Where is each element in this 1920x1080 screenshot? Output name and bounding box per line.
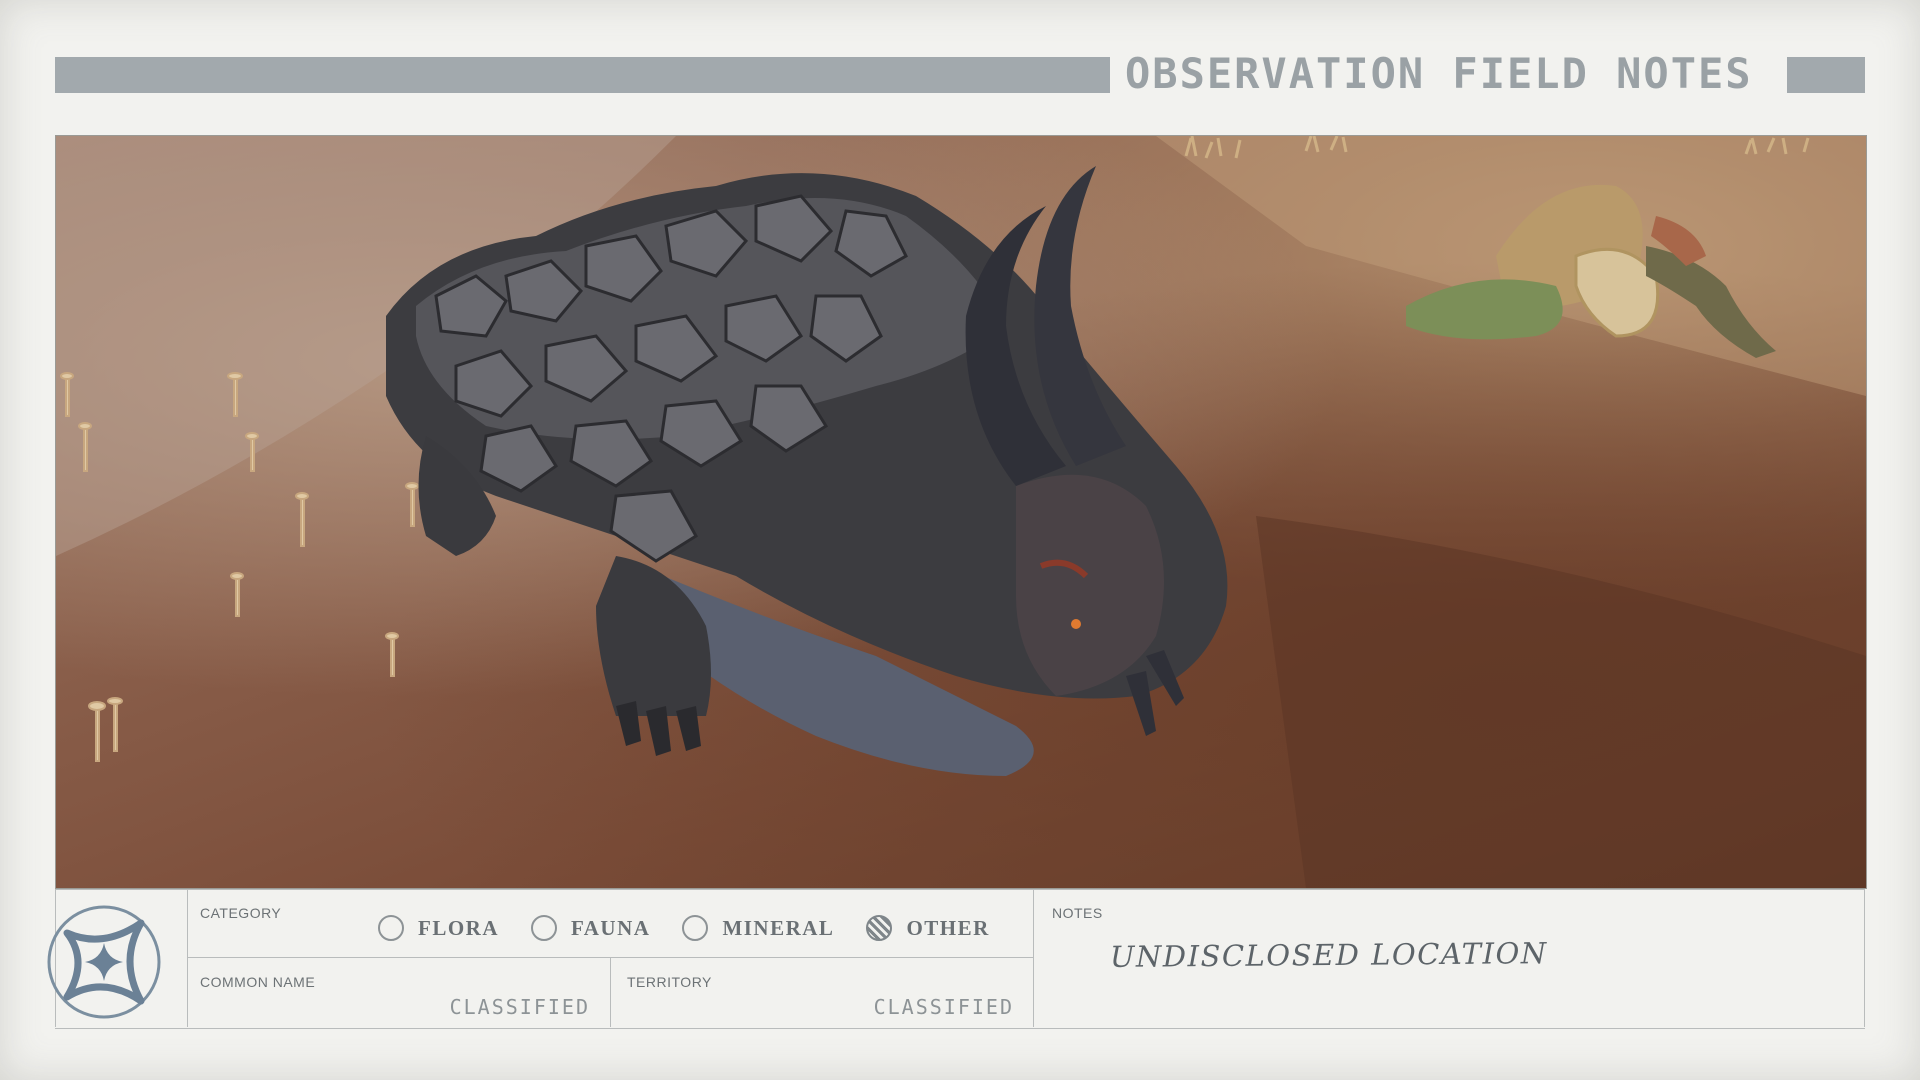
- mineral-label: MINERAL: [722, 915, 835, 940]
- page-title: OBSERVATION FIELD NOTES: [1125, 49, 1753, 98]
- common-name-value: CLASSIFIED: [449, 995, 590, 1019]
- category-option-mineral[interactable]: MINERAL: [682, 915, 834, 941]
- constellation-emblem-icon: [47, 905, 161, 1019]
- creature-photo-art: [56, 136, 1866, 888]
- category-option-other[interactable]: OTHER: [866, 915, 989, 941]
- form-divider-emblem: [187, 889, 188, 1027]
- territory-value: CLASSIFIED: [873, 995, 1014, 1019]
- category-label: CATEGORY: [200, 905, 282, 921]
- flora-radio-icon[interactable]: [378, 915, 404, 941]
- form-border-right: [1864, 889, 1865, 1027]
- creature-photo: [55, 135, 1867, 889]
- other-radio-selected-icon[interactable]: [866, 915, 893, 941]
- common-name-label: COMMON NAME: [200, 974, 316, 990]
- form-divider-name: [610, 957, 611, 1027]
- header-bar-left: [55, 57, 1110, 93]
- form-divider-row: [187, 957, 1033, 958]
- field-notes-card: OBSERVATION FIELD NOTES CATEGORY FLORA F…: [0, 0, 1920, 1080]
- other-label: OTHER: [906, 915, 990, 940]
- category-radio-group: FLORA FAUNA MINERAL OTHER: [378, 915, 1022, 941]
- notes-handwritten-text: UNDISCLOSED LOCATION: [1109, 936, 1548, 974]
- notes-label: NOTES: [1052, 905, 1103, 921]
- header-bar-right: [1787, 57, 1865, 93]
- category-option-fauna[interactable]: FAUNA: [531, 915, 650, 941]
- territory-label: TERRITORY: [627, 974, 712, 990]
- category-option-flora[interactable]: FLORA: [378, 915, 499, 941]
- fauna-label: FAUNA: [571, 915, 651, 940]
- mineral-radio-icon[interactable]: [682, 915, 709, 941]
- flora-label: FLORA: [418, 915, 499, 940]
- fauna-radio-icon[interactable]: [531, 915, 557, 941]
- form-divider-notes: [1033, 889, 1034, 1027]
